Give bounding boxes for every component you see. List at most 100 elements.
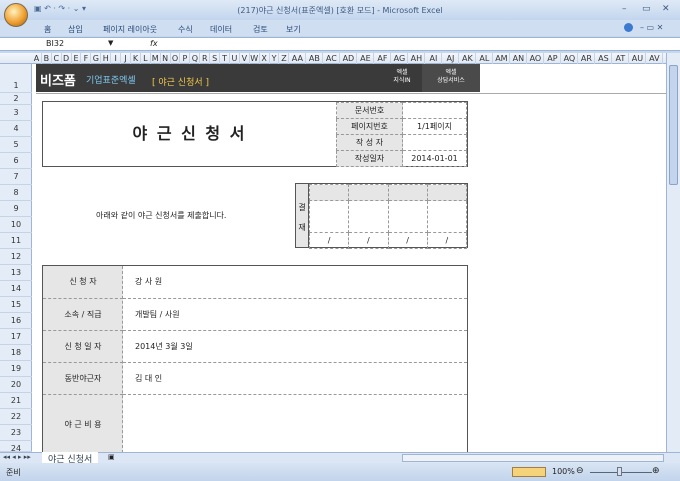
column-header[interactable]: V xyxy=(240,53,250,64)
tab-insert[interactable]: 삽입 xyxy=(68,24,83,35)
row-header[interactable]: 18 xyxy=(0,345,32,361)
row-header[interactable]: 16 xyxy=(0,313,32,329)
excel-consulting-button[interactable]: 엑셀 상담서비스 xyxy=(422,64,480,92)
row-header[interactable]: 19 xyxy=(0,361,32,377)
sign-cell[interactable] xyxy=(387,200,428,233)
row-header[interactable]: 20 xyxy=(0,377,32,393)
column-header[interactable]: AC xyxy=(323,53,341,64)
vertical-scrollbar[interactable] xyxy=(666,53,680,452)
zoom-level[interactable]: 100% xyxy=(552,467,575,476)
column-header[interactable]: AO xyxy=(527,53,545,64)
column-header[interactable]: M xyxy=(151,53,161,64)
column-header[interactable]: N xyxy=(161,53,171,64)
column-header[interactable]: T xyxy=(220,53,230,64)
column-header[interactable]: Q xyxy=(190,53,201,64)
column-header[interactable]: AH xyxy=(408,53,426,64)
column-header[interactable]: I xyxy=(111,53,122,64)
request-date-value[interactable]: 2014년 3월 3일 xyxy=(123,330,467,363)
row-header[interactable]: 9 xyxy=(0,201,32,217)
column-header[interactable]: P xyxy=(181,53,191,64)
column-header[interactable]: AF xyxy=(374,53,392,64)
column-header[interactable]: AG xyxy=(391,53,409,64)
tab-formulas[interactable]: 수식 xyxy=(178,24,193,35)
row-header[interactable]: 15 xyxy=(0,297,32,313)
page-number-value[interactable]: 1/1페이지 xyxy=(402,118,467,135)
row-header[interactable]: 7 xyxy=(0,169,32,185)
row-header[interactable]: 10 xyxy=(0,217,32,233)
row-header[interactable]: 3 xyxy=(0,105,32,121)
date-value[interactable]: 2014-01-01 xyxy=(402,150,467,167)
column-header[interactable]: AI xyxy=(425,53,443,64)
column-header[interactable]: AV xyxy=(646,53,664,64)
row-header[interactable]: 6 xyxy=(0,153,32,169)
insert-function-icon[interactable]: fx xyxy=(150,38,158,50)
column-header[interactable]: AR xyxy=(578,53,596,64)
sign-cell[interactable] xyxy=(426,200,468,233)
minimize-button[interactable]: – xyxy=(622,4,627,14)
column-header[interactable]: AT xyxy=(612,53,630,64)
column-header[interactable]: AM xyxy=(493,53,511,64)
sign-date[interactable]: / xyxy=(426,232,468,249)
column-header[interactable]: AQ xyxy=(561,53,579,64)
column-header[interactable]: D xyxy=(62,53,72,64)
column-header[interactable]: J xyxy=(121,53,131,64)
sign-cell[interactable] xyxy=(308,200,350,233)
dept-rank-value[interactable]: 개발팀 / 사원 xyxy=(123,298,467,331)
workbook-window-controls[interactable]: – ▭ ✕ xyxy=(640,23,663,32)
close-button[interactable]: ✕ xyxy=(662,4,670,14)
row-header[interactable]: 24 xyxy=(0,441,32,452)
column-header[interactable]: AL xyxy=(476,53,494,64)
column-header[interactable]: A xyxy=(32,53,42,64)
column-header[interactable]: B xyxy=(42,53,52,64)
column-header[interactable]: AP xyxy=(544,53,562,64)
tab-data[interactable]: 데이터 xyxy=(210,24,232,35)
column-header[interactable]: X xyxy=(260,53,270,64)
row-header[interactable]: 22 xyxy=(0,409,32,425)
name-box-dropdown-icon[interactable]: ▼ xyxy=(108,39,113,47)
column-header[interactable]: AK xyxy=(459,53,477,64)
row-header[interactable]: 13 xyxy=(0,265,32,281)
row-header[interactable]: 21 xyxy=(0,393,32,409)
zoom-slider-thumb[interactable] xyxy=(617,467,622,476)
sign-cell[interactable] xyxy=(348,200,389,233)
sheet-nav-buttons[interactable]: ◂◂ ◂ ▸ ▸▸ xyxy=(3,453,31,461)
name-box[interactable]: BI32 xyxy=(4,38,116,50)
column-header[interactable]: W xyxy=(250,53,260,64)
tab-view[interactable]: 보기 xyxy=(286,24,301,35)
office-button[interactable] xyxy=(4,3,28,27)
zoom-in-icon[interactable]: ⊕ xyxy=(652,466,660,476)
sign-date[interactable]: / xyxy=(387,232,428,249)
column-header[interactable]: AU xyxy=(629,53,647,64)
column-header[interactable]: Y xyxy=(270,53,280,64)
column-header[interactable]: O xyxy=(171,53,181,64)
tab-review[interactable]: 검토 xyxy=(253,24,268,35)
column-header[interactable]: L xyxy=(141,53,151,64)
author-value[interactable] xyxy=(402,134,467,151)
column-header[interactable]: C xyxy=(52,53,62,64)
doc-number-value[interactable] xyxy=(402,102,467,119)
row-header[interactable]: 4 xyxy=(0,121,32,137)
sign-date[interactable]: / xyxy=(308,232,350,249)
row-header[interactable]: 23 xyxy=(0,425,32,441)
column-header[interactable]: E xyxy=(72,53,82,64)
applicant-value[interactable]: 강 사 원 xyxy=(123,266,467,299)
zoom-out-icon[interactable]: ⊖ xyxy=(576,466,584,476)
tab-home[interactable]: 홈 xyxy=(44,24,51,35)
row-header[interactable]: 2 xyxy=(0,93,32,105)
column-header[interactable]: AN xyxy=(510,53,528,64)
overtime-cost-value[interactable] xyxy=(123,394,467,454)
row-header[interactable]: 14 xyxy=(0,281,32,297)
column-header[interactable]: AE xyxy=(357,53,375,64)
row-header[interactable]: 12 xyxy=(0,249,32,265)
tab-page-layout[interactable]: 페이지 레이아웃 xyxy=(103,24,157,35)
column-header[interactable]: AA xyxy=(289,53,307,64)
column-header[interactable]: U xyxy=(230,53,240,64)
insert-sheet-icon[interactable]: ▣ xyxy=(108,453,115,461)
column-header[interactable]: AJ xyxy=(442,53,460,64)
row-header[interactable]: 17 xyxy=(0,329,32,345)
help-icon[interactable] xyxy=(624,23,633,32)
maximize-button[interactable]: ▭ xyxy=(642,4,651,14)
row-header[interactable]: 11 xyxy=(0,233,32,249)
column-header[interactable]: H xyxy=(101,53,112,64)
horizontal-scrollbar[interactable] xyxy=(402,454,664,462)
